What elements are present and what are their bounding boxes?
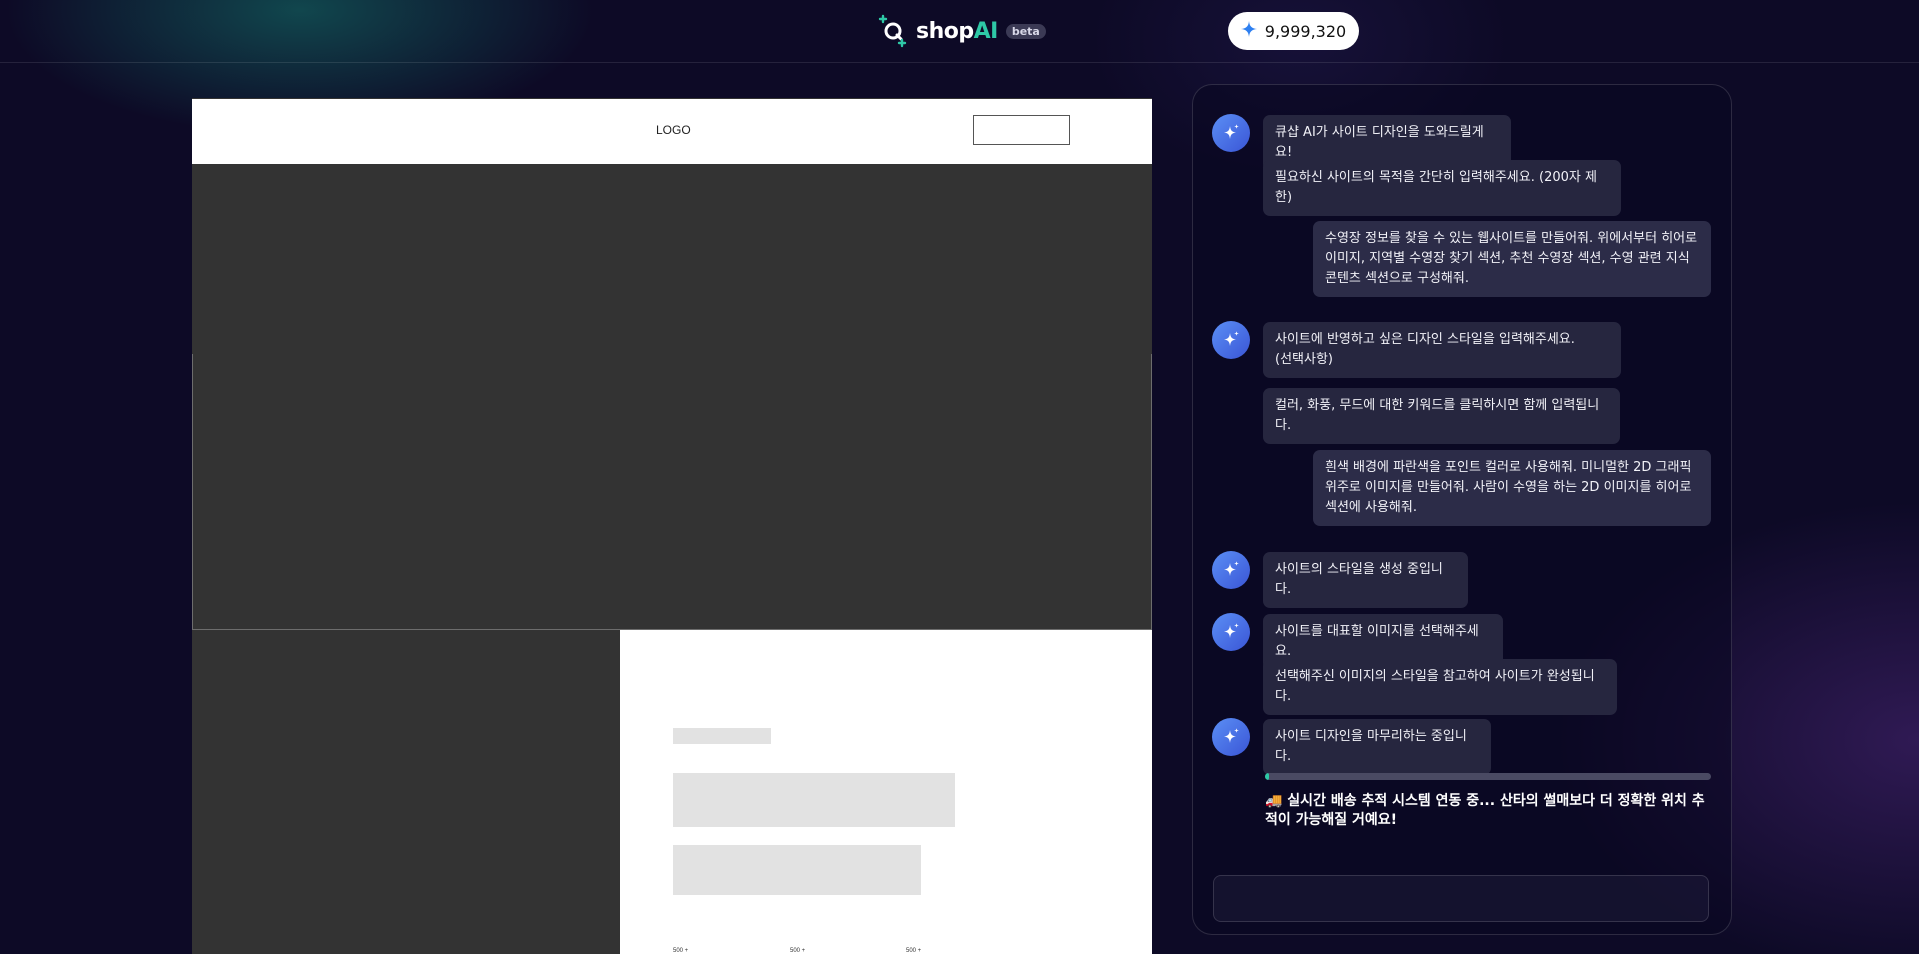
ai-avatar	[1212, 321, 1250, 359]
preview-hero-section	[192, 164, 1152, 630]
ai-avatar	[1212, 718, 1250, 756]
progress-fill	[1265, 773, 1270, 780]
ai-message: 사이트에 반영하고 싶은 디자인 스타일을 입력해주세요. (선택사항)	[1263, 322, 1621, 378]
site-preview: LOGO 500 + 500 + 500 +	[192, 98, 1152, 954]
ai-message: 사이트 디자인을 마무리하는 중입니다.	[1263, 719, 1491, 775]
shop-logo-icon	[876, 14, 910, 48]
top-bar: shopAI beta 9,999,320	[0, 0, 1919, 63]
skeleton-label	[673, 728, 771, 744]
skeleton-heading	[673, 773, 955, 827]
stat-label: 500 +	[790, 948, 806, 954]
brand-logo[interactable]: shopAI beta	[876, 14, 1046, 48]
preview-header-button[interactable]	[973, 115, 1070, 145]
sparkle-icon	[1240, 20, 1257, 42]
preview-logo: LOGO	[656, 123, 691, 137]
ai-message: 필요하신 사이트의 목적을 간단히 입력해주세요. (200자 제한)	[1263, 160, 1621, 216]
credits-pill[interactable]: 9,999,320	[1228, 12, 1359, 50]
ai-message: 컬러, 화풍, 무드에 대한 키워드를 클릭하시면 함께 입력됩니다.	[1263, 388, 1620, 444]
beta-badge: beta	[1005, 23, 1046, 39]
sparkles-icon	[1224, 124, 1239, 139]
ai-avatar	[1212, 551, 1250, 589]
sparkles-icon	[1224, 623, 1239, 638]
preview-image-block	[192, 630, 620, 954]
loading-message: 🚚 실시간 배송 추적 시스템 연동 중... 산타의 썰매보다 더 정확한 위…	[1265, 793, 1705, 828]
progress-bar	[1265, 773, 1711, 780]
skeleton-paragraph	[673, 845, 921, 895]
chat-input[interactable]	[1213, 875, 1709, 922]
ai-avatar	[1212, 114, 1250, 152]
sparkles-icon	[1224, 561, 1239, 576]
user-message: 수영장 정보를 찾을 수 있는 웹사이트를 만들어줘. 위에서부터 히어로 이미…	[1313, 221, 1711, 297]
sparkles-icon	[1224, 728, 1239, 743]
credits-value: 9,999,320	[1264, 21, 1347, 41]
ai-avatar	[1212, 613, 1250, 651]
ai-message: 사이트의 스타일을 생성 중입니다.	[1263, 552, 1468, 608]
ai-message: 선택해주신 이미지의 스타일을 참고하여 사이트가 완성됩니다.	[1263, 659, 1617, 715]
stat-label: 500 +	[673, 948, 689, 954]
hero-edge-left	[192, 354, 193, 629]
stat-label: 500 +	[906, 948, 922, 954]
user-message: 흰색 배경에 파란색을 포인트 컬러로 사용해줘. 미니멀한 2D 그래픽 위주…	[1313, 450, 1711, 526]
sparkles-icon	[1224, 331, 1239, 346]
preview-header: LOGO	[192, 98, 1152, 165]
hero-edge-right	[1151, 354, 1152, 629]
brand-name: shopAI	[916, 18, 998, 44]
